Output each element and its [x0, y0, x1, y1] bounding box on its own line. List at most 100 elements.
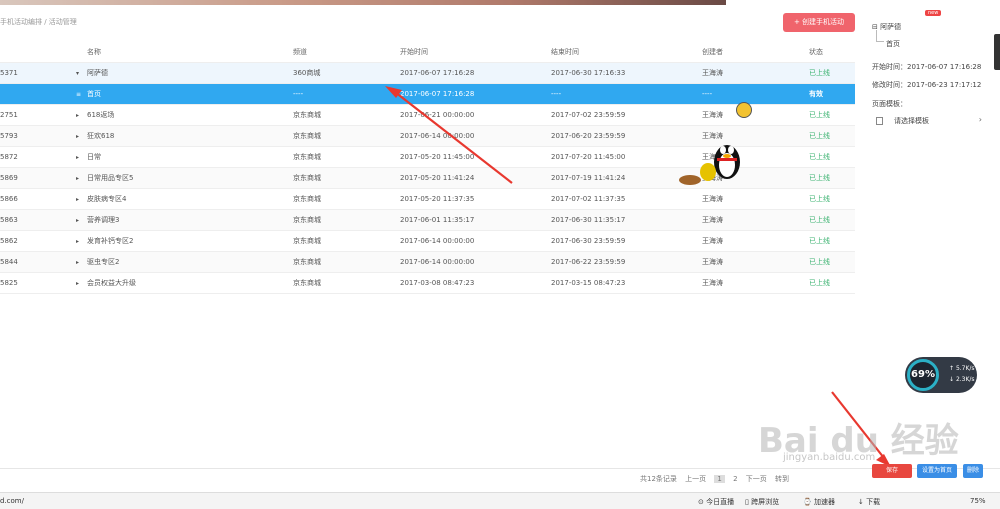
- set-home-button[interactable]: 设置为首页: [917, 464, 957, 478]
- status-cross-screen-label: 跨屏浏览: [751, 498, 780, 506]
- row-creator: 王海涛: [702, 216, 723, 224]
- row-start-time: 2017-06-14 00:00:00: [400, 132, 475, 140]
- row-start-time: 2017-05-20 11:37:35: [400, 195, 475, 203]
- table-row[interactable]: 5844 ▸ 驱虫专区2 京东商城 2017-06-14 00:00:00 2017-06…: [0, 252, 855, 273]
- qq-emoji-icon: [736, 102, 752, 118]
- header-start-time: 开始时间: [400, 48, 428, 56]
- breadcrumb: 手机活动编排 / 活动管理: [0, 18, 77, 26]
- row-start-time: 2017-06-01 11:35:17: [400, 216, 475, 224]
- row-name: 首页: [87, 90, 101, 98]
- header-creator: 创建者: [702, 48, 723, 56]
- delete-button[interactable]: 删除: [963, 464, 983, 478]
- row-channel: 360商城: [293, 69, 321, 77]
- row-status: 已上线: [809, 111, 830, 119]
- status-zoom[interactable]: 75%: [970, 497, 986, 505]
- row-name: 阿萨德: [87, 69, 108, 77]
- row-status: 已上线: [809, 69, 830, 77]
- status-cross-screen[interactable]: ▯ 跨屏浏览: [745, 497, 779, 507]
- save-button[interactable]: 保存: [872, 464, 912, 478]
- row-creator: 王海涛: [702, 279, 723, 287]
- upload-speed: ↑ 5.7K/s: [949, 365, 975, 372]
- row-id: 5869: [0, 174, 18, 182]
- table-row[interactable]: 5866 ▸ 皮肤病专区4 京东商城 2017-05-20 11:37:35 2017-0…: [0, 189, 855, 210]
- expand-caret-icon[interactable]: ≡: [76, 84, 84, 105]
- pager-jump[interactable]: 转到: [775, 475, 789, 483]
- status-download[interactable]: ↓ 下载: [858, 497, 880, 507]
- row-channel: 京东商城: [293, 279, 321, 287]
- status-accelerator[interactable]: ⌚ 加速器: [803, 497, 835, 507]
- expand-caret-icon[interactable]: ▾: [76, 63, 84, 84]
- expand-caret-icon[interactable]: ▸: [76, 126, 84, 147]
- row-creator: 王海涛: [702, 69, 723, 77]
- upload-speed-value: 5.7K/s: [955, 365, 975, 372]
- expand-caret-icon[interactable]: ▸: [76, 252, 84, 273]
- row-start-time: 2017-03-08 08:47:23: [400, 279, 475, 287]
- row-name: 发育补钙专区2: [87, 237, 134, 245]
- row-end-time: 2017-06-20 23:59:59: [551, 132, 626, 140]
- row-status: 已上线: [809, 279, 830, 287]
- row-start-time: 2017-06-14 00:00:00: [400, 258, 475, 266]
- expand-caret-icon[interactable]: ▸: [76, 210, 84, 231]
- edge-dock-tab[interactable]: [994, 34, 1000, 70]
- row-channel: 京东商城: [293, 132, 321, 140]
- pagination: 共12条记录 上一页 1 2 下一页 转到: [640, 474, 795, 484]
- table-row[interactable]: 5825 ▸ 会员权益大升级 京东商城 2017-03-08 08:47:23 2017-…: [0, 273, 855, 294]
- table-row[interactable]: ≡ 首页 ---- 2017-06-07 17:16:28 ---- ---- 有效: [0, 84, 855, 105]
- row-name: 驱虫专区2: [87, 258, 120, 266]
- table-row[interactable]: 5862 ▸ 发育补钙专区2 京东商城 2017-06-14 00:00:00 2017-…: [0, 231, 855, 252]
- header-name: 名称: [87, 48, 101, 56]
- pager-prev[interactable]: 上一页: [685, 475, 706, 483]
- row-status: 已上线: [809, 153, 830, 161]
- top-banner-strip: [0, 0, 726, 5]
- header-end-time: 结束时间: [551, 48, 579, 56]
- browser-status-bar: d.com/ ⊙ 今日直播 ▯ 跨屏浏览 ⌚ 加速器 ↓ 下载 75%: [0, 492, 1000, 509]
- table-row[interactable]: 5863 ▸ 营养调理3 京东商城 2017-06-01 11:35:17 2017-06…: [0, 210, 855, 231]
- row-end-time: ----: [551, 90, 562, 98]
- row-channel: 京东商城: [293, 153, 321, 161]
- pager-page-2[interactable]: 2: [733, 475, 737, 483]
- row-start-time: 2017-06-07 17:16:28: [400, 69, 475, 77]
- pager-page-1[interactable]: 1: [714, 475, 725, 483]
- row-name: 618返场: [87, 111, 115, 119]
- create-activity-button[interactable]: + 创建手机活动: [783, 13, 855, 32]
- row-end-time: 2017-06-30 11:35:17: [551, 216, 626, 224]
- expand-caret-icon[interactable]: ▸: [76, 189, 84, 210]
- expand-caret-icon[interactable]: ▸: [76, 168, 84, 189]
- network-speed-widget[interactable]: 69% ↑ 5.7K/s ↓ 2.3K/s: [905, 357, 977, 393]
- row-status: 已上线: [809, 258, 830, 266]
- pager-next[interactable]: 下一页: [746, 475, 767, 483]
- tree-node-home[interactable]: 首页: [886, 39, 900, 49]
- template-icon: [876, 117, 883, 125]
- row-end-time: 2017-06-30 17:16:33: [551, 69, 626, 77]
- status-live-label: 今日直播: [706, 498, 735, 506]
- row-id: 5371: [0, 69, 18, 77]
- header-channel: 频道: [293, 48, 307, 56]
- row-status: 已上线: [809, 237, 830, 245]
- row-name: 狂欢618: [87, 132, 115, 140]
- row-end-time: 2017-07-19 11:41:24: [551, 174, 626, 182]
- status-live[interactable]: ⊙ 今日直播: [698, 497, 734, 507]
- table-header: 名称 频道 开始时间 结束时间 创建者 状态: [0, 42, 855, 63]
- row-id: 5866: [0, 195, 18, 203]
- row-channel: 京东商城: [293, 195, 321, 203]
- table-row[interactable]: 2751 ▸ 618返场 京东商城 2017-06-21 00:00:00 2017-07…: [0, 105, 855, 126]
- expand-caret-icon[interactable]: ▸: [76, 105, 84, 126]
- expand-caret-icon[interactable]: ▸: [76, 231, 84, 252]
- start-time-text: 开始时间：2017-06-07 17:16:28: [872, 63, 982, 71]
- row-status: 已上线: [809, 216, 830, 224]
- row-name: 日常用品专区5: [87, 174, 134, 182]
- new-badge: new: [925, 10, 942, 16]
- row-status: 已上线: [809, 132, 830, 140]
- expand-caret-icon[interactable]: ▸: [76, 273, 84, 294]
- table-row[interactable]: 5371 ▾ 阿萨德 360商城 2017-06-07 17:16:28 2017-06-…: [0, 63, 855, 84]
- row-end-time: 2017-07-02 23:59:59: [551, 111, 626, 119]
- status-url: d.com/: [0, 497, 24, 505]
- expand-caret-icon[interactable]: ▸: [76, 147, 84, 168]
- template-select[interactable]: 请选择模板 ›: [876, 115, 982, 129]
- row-end-time: 2017-06-22 23:59:59: [551, 258, 626, 266]
- row-id: 5825: [0, 279, 18, 287]
- download-speed: ↓ 2.3K/s: [949, 376, 975, 383]
- row-channel: 京东商城: [293, 174, 321, 182]
- status-download-label: 下载: [866, 498, 881, 506]
- row-start-time: 2017-05-20 11:41:24: [400, 174, 475, 182]
